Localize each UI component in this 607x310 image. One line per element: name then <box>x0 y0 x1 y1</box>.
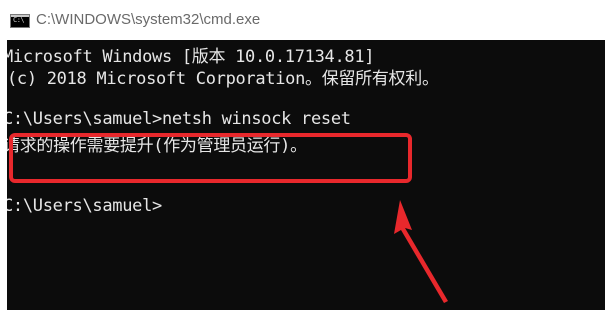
red-arrow-icon <box>394 200 448 303</box>
title-bar[interactable]: C:\ C:\WINDOWS\system32\cmd.exe <box>0 0 607 40</box>
highlight-box <box>9 133 412 183</box>
cmd-icon-prompt: C:\ <box>13 16 25 24</box>
window-title: C:\WINDOWS\system32\cmd.exe <box>36 11 261 28</box>
console-line-prompt[interactable]: C:\Users\samuel> <box>7 196 162 216</box>
console-line-copyright: (c) 2018 Microsoft Corporation。保留所有权利。 <box>7 69 439 89</box>
cmd-icon: C:\ <box>10 14 30 28</box>
console-line-command: C:\Users\samuel>netsh winsock reset <box>7 109 351 129</box>
cmd-window: C:\ C:\WINDOWS\system32\cmd.exe Microsof… <box>0 0 607 310</box>
